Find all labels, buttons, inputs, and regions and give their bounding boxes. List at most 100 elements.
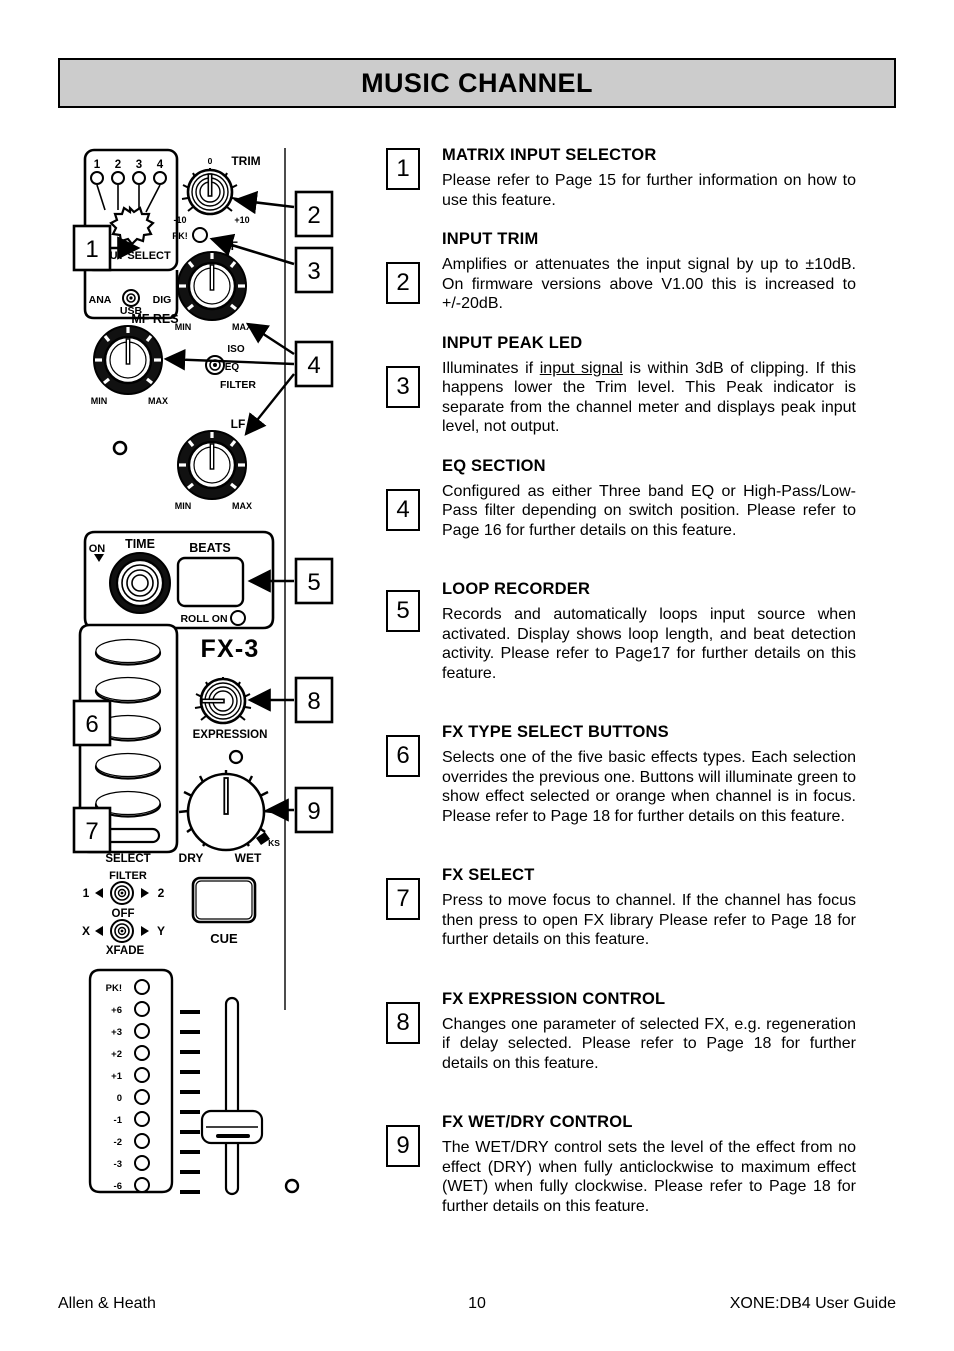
description-entry-1: 1 MATRIX INPUT SELECTOR Please refer to … xyxy=(386,146,856,210)
trim-max-label: +10 xyxy=(234,215,249,225)
entry-number-box: 8 xyxy=(386,1001,420,1044)
diagram-callout-6: 6 xyxy=(72,699,112,747)
input-dig-label: DIG xyxy=(153,294,172,306)
entry-number-box: 7 xyxy=(386,878,420,921)
routing-off-label: OFF xyxy=(112,908,135,920)
trim-min-label: -10 xyxy=(173,215,186,225)
diagram-callout-7: 7 xyxy=(72,806,112,854)
routing-filter-2-label: 2 xyxy=(158,886,165,900)
left-arrow-icon xyxy=(95,926,103,936)
meter-label: +2 xyxy=(111,1049,122,1060)
input-select-num-1: 1 xyxy=(94,159,101,171)
lf-eq-knob[interactable]: LF MIN MAX xyxy=(175,417,252,511)
eq-mode-label: EQ xyxy=(225,362,240,373)
routing-xfade-label: XFADE xyxy=(106,945,145,957)
panel-screw-hole xyxy=(228,749,244,765)
mf-label: MF RES xyxy=(131,312,178,326)
channel-fader[interactable] xyxy=(200,996,264,1196)
entry-number-box: 5 xyxy=(386,590,420,633)
meter-label: PK! xyxy=(106,983,122,994)
entry-number-box: 2 xyxy=(386,262,420,305)
input-select-num-4: 4 xyxy=(157,159,164,171)
callout-number: 1 xyxy=(85,236,98,263)
routing-switches-block: FILTER 1 2 OFF X Y XFADE xyxy=(82,870,165,957)
cue-button[interactable]: CUE xyxy=(191,876,257,946)
callout-number: 8 xyxy=(307,688,320,715)
routing-filter-1-label: 1 xyxy=(83,886,90,900)
routing-y-label: Y xyxy=(157,924,165,938)
roll-on-led xyxy=(230,610,246,626)
diagram-callout-8: 8 xyxy=(247,676,334,724)
right-arrow-icon xyxy=(141,888,149,898)
filter-routing-switch[interactable] xyxy=(110,881,134,905)
callout-number: 3 xyxy=(307,258,320,285)
mf-res-eq-knob[interactable]: MF RES MIN MAX xyxy=(91,312,179,406)
entry-heading: EQ SECTION xyxy=(442,456,546,475)
mf-max-label: MAX xyxy=(148,396,168,406)
xfade-routing-switch[interactable] xyxy=(110,919,134,943)
footer-document-title: XONE:DB4 User Guide xyxy=(729,1295,896,1312)
loop-time-encoder[interactable] xyxy=(109,552,171,614)
entry-number-box: 4 xyxy=(386,488,420,531)
loop-beats-display xyxy=(176,556,245,608)
loop-recorder-block: ON TIME BEATS ROLL ON xyxy=(83,530,275,630)
loop-on-label: ON xyxy=(89,543,106,555)
mf-min-label: MIN xyxy=(91,396,108,406)
fx-wet-dry-knob[interactable]: KS DRY WET xyxy=(179,770,281,865)
entry-text: Amplifies or attenuates the input signal… xyxy=(442,256,856,313)
entry-heading: LOOP RECORDER xyxy=(442,580,591,599)
entry-number-box: 3 xyxy=(386,365,420,408)
entry-number-box: 6 xyxy=(386,735,420,778)
description-entry-4: 4 EQ SECTION Configured as either Three … xyxy=(386,457,856,541)
entry-heading: FX WET/DRY CONTROL xyxy=(442,1113,633,1132)
fx-dry-label: DRY xyxy=(179,851,204,865)
entry-text: Records and automatically loops input so… xyxy=(442,606,856,682)
diagram-callout-9: 9 xyxy=(265,786,334,834)
eq-mode-switch[interactable]: ISO EQ FILTER xyxy=(205,344,256,391)
fx-unit-name: FX-3 xyxy=(201,635,260,663)
description-entry-6: 6 FX TYPE SELECT BUTTONS Selects one of … xyxy=(386,703,856,826)
panel-screw-hole xyxy=(284,1178,300,1194)
trim-label: TRIM xyxy=(231,154,260,168)
fx-type-button[interactable] xyxy=(94,676,162,704)
mixer-panel-diagram: 1 2 3 4 INPUT SELECT ANA USB DIG TRIM 0 xyxy=(60,140,360,1215)
hf-eq-knob[interactable]: HF MIN MAX xyxy=(175,239,252,332)
loop-roll-on-label: ROLL ON xyxy=(180,613,227,625)
page-header-banner: MUSIC CHANNEL xyxy=(58,58,896,108)
meter-label: 0 xyxy=(117,1093,122,1104)
page-title: MUSIC CHANNEL xyxy=(361,67,593,98)
fx-type-button[interactable] xyxy=(94,752,162,780)
iso-label: ISO xyxy=(227,344,244,355)
input-ana-label: ANA xyxy=(89,294,112,306)
entry-text-underlined: input signal xyxy=(539,359,623,377)
cue-label: CUE xyxy=(210,931,238,946)
page-footer: Allen & Heath 10 XONE:DB4 User Guide xyxy=(58,1295,896,1313)
loop-time-label: TIME xyxy=(125,537,155,551)
callout-number: 6 xyxy=(85,711,98,738)
fx-type-button[interactable] xyxy=(94,638,162,666)
callout-number: 5 xyxy=(307,569,320,596)
meter-label: +3 xyxy=(111,1027,122,1038)
panel-screw-hole xyxy=(112,440,128,456)
channel-meter-block: PK! +6 +3 +2 +1 0 -1 -2 -3 -6 xyxy=(88,968,174,1194)
left-arrow-icon xyxy=(95,888,103,898)
callout-number: 2 xyxy=(307,202,320,229)
entry-text: Please refer to Page 15 for further info… xyxy=(442,172,856,209)
callout-number: 7 xyxy=(85,818,98,845)
lf-min-label: MIN xyxy=(175,501,192,511)
fx-expression-knob[interactable]: EXPRESSION xyxy=(193,677,268,741)
entry-heading: FX EXPRESSION CONTROL xyxy=(442,989,666,1008)
entry-text: Press to move focus to channel. If the c… xyxy=(442,892,856,949)
meter-label: -2 xyxy=(114,1137,122,1148)
fader-scale xyxy=(180,1010,200,1194)
description-list: 1 MATRIX INPUT SELECTOR Please refer to … xyxy=(386,146,856,1236)
input-select-num-2: 2 xyxy=(115,159,121,171)
meter-label: -3 xyxy=(114,1159,122,1170)
entry-text: The WET/DRY control sets the level of th… xyxy=(442,1139,856,1215)
entry-heading: INPUT TRIM xyxy=(442,230,539,249)
lf-label: LF xyxy=(231,417,246,431)
input-trim-knob[interactable]: TRIM 0 -10 +10 xyxy=(173,154,260,225)
description-entry-7: 7 FX SELECT Press to move focus to chann… xyxy=(386,846,856,950)
diagram-callout-2: 2 xyxy=(233,190,334,238)
meter-label: -6 xyxy=(114,1181,122,1192)
